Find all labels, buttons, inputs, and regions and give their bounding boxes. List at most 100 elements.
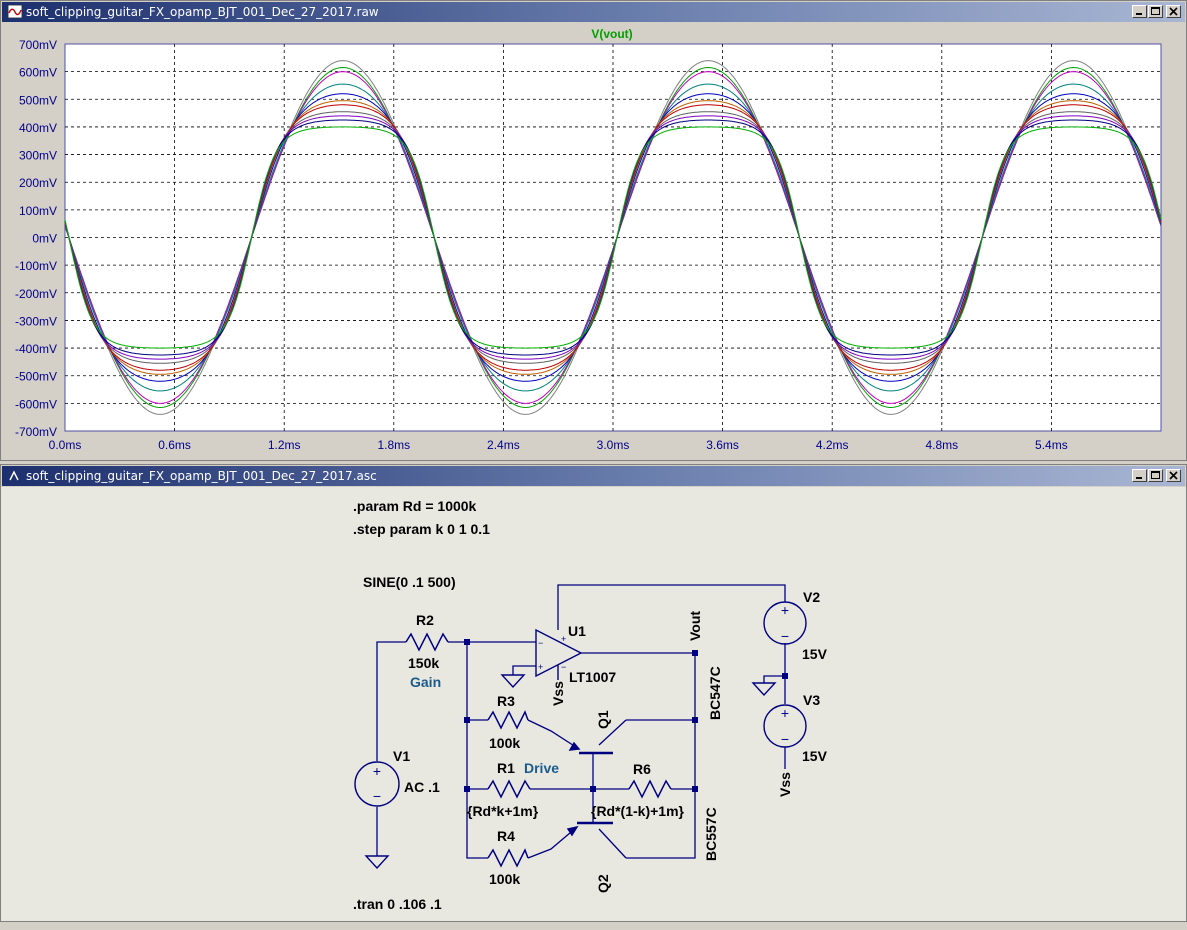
- r3-resistor: [487, 710, 529, 730]
- v1-value[interactable]: AC .1: [404, 779, 440, 795]
- y-tick-label: -500mV: [15, 370, 57, 384]
- maximize-button[interactable]: [1148, 469, 1163, 482]
- vss-opamp-label[interactable]: Vss: [550, 681, 566, 706]
- ground-icon: [751, 682, 777, 697]
- y-tick-label: -300mV: [15, 314, 57, 328]
- param-directive[interactable]: .param Rd = 1000k: [353, 498, 477, 514]
- v2-value[interactable]: 15V: [802, 646, 828, 662]
- x-tick-label: 1.8ms: [377, 438, 410, 452]
- q1-model[interactable]: BC547C: [707, 666, 723, 720]
- q2-label[interactable]: Q2: [595, 874, 611, 893]
- y-tick-label: -200mV: [15, 287, 57, 301]
- schematic-window-title: soft_clipping_guitar_FX_opamp_BJT_001_De…: [26, 469, 377, 483]
- v2-label[interactable]: V2: [803, 589, 820, 605]
- y-tick-label: 600mV: [19, 66, 57, 80]
- ground-icon: [500, 674, 526, 689]
- schematic-app-icon: [9, 470, 19, 481]
- r1-label[interactable]: R1: [497, 760, 515, 776]
- gain-net-label[interactable]: Gain: [410, 674, 441, 690]
- drive-net-label[interactable]: Drive: [524, 760, 559, 776]
- r4-resistor: [487, 848, 529, 868]
- waveform-app-icon: [8, 5, 22, 18]
- r2-resistor: [405, 632, 449, 652]
- x-tick-label: 3.6ms: [706, 438, 739, 452]
- schematic-text: .param Rd = 1000k .step param k 0 1 0.1 …: [353, 498, 828, 912]
- v1-label[interactable]: V1: [393, 748, 410, 764]
- schematic-window: soft_clipping_guitar_FX_opamp_BJT_001_De…: [0, 464, 1187, 922]
- svg-text:−: −: [781, 628, 789, 644]
- x-tick-label: 4.2ms: [816, 438, 849, 452]
- r6-resistor: [628, 779, 672, 799]
- svg-text:−: −: [538, 638, 543, 648]
- svg-text:−: −: [781, 731, 789, 747]
- maximize-button[interactable]: [1148, 5, 1163, 18]
- r2-value[interactable]: 150k: [408, 655, 439, 671]
- x-tick-label: 4.8ms: [925, 438, 958, 452]
- schematic-titlebar[interactable]: soft_clipping_guitar_FX_opamp_BJT_001_De…: [2, 466, 1185, 486]
- q1-label[interactable]: Q1: [595, 710, 611, 729]
- waveform-window: soft_clipping_guitar_FX_opamp_BJT_001_De…: [0, 0, 1187, 461]
- v3-value[interactable]: 15V: [802, 748, 828, 764]
- minimize-icon: [1136, 13, 1142, 15]
- r6-value[interactable]: {Rd*(1-k)+1m}: [591, 803, 685, 819]
- close-icon: [1169, 7, 1178, 16]
- step-directive[interactable]: .step param k 0 1 0.1: [353, 521, 490, 537]
- r3-label[interactable]: R3: [497, 693, 515, 709]
- u1-model[interactable]: LT1007: [569, 669, 616, 685]
- svg-text:+: +: [781, 602, 789, 618]
- x-tick-label: 0.6ms: [158, 438, 191, 452]
- svg-text:+: +: [538, 662, 543, 672]
- maximize-icon: [1151, 7, 1160, 15]
- y-tick-label: 700mV: [19, 38, 57, 52]
- r2-label[interactable]: R2: [416, 612, 434, 628]
- y-tick-label: -600mV: [15, 397, 57, 411]
- r4-label[interactable]: R4: [497, 828, 515, 844]
- u1-label[interactable]: U1: [568, 623, 586, 639]
- svg-text:+: +: [561, 634, 566, 644]
- close-icon: [1169, 471, 1178, 480]
- r1-value[interactable]: {Rd*k+1m}: [467, 803, 539, 819]
- close-button[interactable]: [1166, 5, 1181, 18]
- svg-text:+: +: [781, 705, 789, 721]
- y-tick-label: -100mV: [15, 259, 57, 273]
- schematic-canvas[interactable]: − + + − + − + − + − .param Rd = 1000k .step p…: [1, 487, 1186, 921]
- maximize-icon: [1151, 471, 1160, 479]
- waveform-titlebar[interactable]: soft_clipping_guitar_FX_opamp_BJT_001_De…: [2, 2, 1185, 22]
- opamp-pin-signs: − + + −: [538, 634, 566, 672]
- y-tick-label: 100mV: [19, 204, 57, 218]
- waveform-plot-area[interactable]: 700mV 600mV 500mV 400mV 300mV 200mV 100mV 0mV -1…: [1, 23, 1186, 460]
- r6-label[interactable]: R6: [633, 761, 651, 777]
- v3-label[interactable]: V3: [803, 692, 820, 708]
- x-tick-label: 1.2ms: [268, 438, 301, 452]
- schematic-drawing[interactable]: − + + − + − + − + − .param Rd = 1000k .step p…: [1, 487, 1186, 921]
- x-tick-label: 0.0ms: [49, 438, 82, 452]
- y-tick-label: 200mV: [19, 176, 57, 190]
- x-tick-label: 2.4ms: [487, 438, 520, 452]
- trace-label[interactable]: V(vout): [591, 27, 632, 41]
- close-button[interactable]: [1166, 469, 1181, 482]
- waveform-plot[interactable]: 700mV 600mV 500mV 400mV 300mV 200mV 100mV 0mV -1…: [1, 23, 1186, 460]
- r3-value[interactable]: 100k: [489, 735, 520, 751]
- y-tick-label: 400mV: [19, 121, 57, 135]
- sine-spec[interactable]: SINE(0 .1 500): [363, 574, 456, 590]
- y-tick-label: 500mV: [19, 93, 57, 107]
- q2-model[interactable]: BC557C: [703, 807, 719, 861]
- x-tick-label: 3.0ms: [597, 438, 630, 452]
- waveform-window-title: soft_clipping_guitar_FX_opamp_BJT_001_De…: [26, 5, 379, 19]
- svg-text:−: −: [373, 788, 381, 804]
- net-labels: Gain Drive: [410, 674, 559, 776]
- x-tick-label: 5.4ms: [1035, 438, 1068, 452]
- r1-resistor: [487, 779, 531, 799]
- tran-directive[interactable]: .tran 0 .106 .1: [353, 896, 442, 912]
- minimize-button[interactable]: [1132, 5, 1147, 18]
- y-tick-label: 300mV: [19, 149, 57, 163]
- y-tick-label: -700mV: [15, 425, 57, 439]
- y-tick-label: -400mV: [15, 342, 57, 356]
- y-tick-label: 0mV: [32, 232, 57, 246]
- minimize-button[interactable]: [1132, 469, 1147, 482]
- vss-supply-label[interactable]: Vss: [777, 772, 793, 797]
- vout-net-label[interactable]: Vout: [687, 611, 703, 641]
- svg-text:−: −: [561, 662, 566, 672]
- minimize-icon: [1136, 477, 1142, 479]
- r4-value[interactable]: 100k: [489, 871, 520, 887]
